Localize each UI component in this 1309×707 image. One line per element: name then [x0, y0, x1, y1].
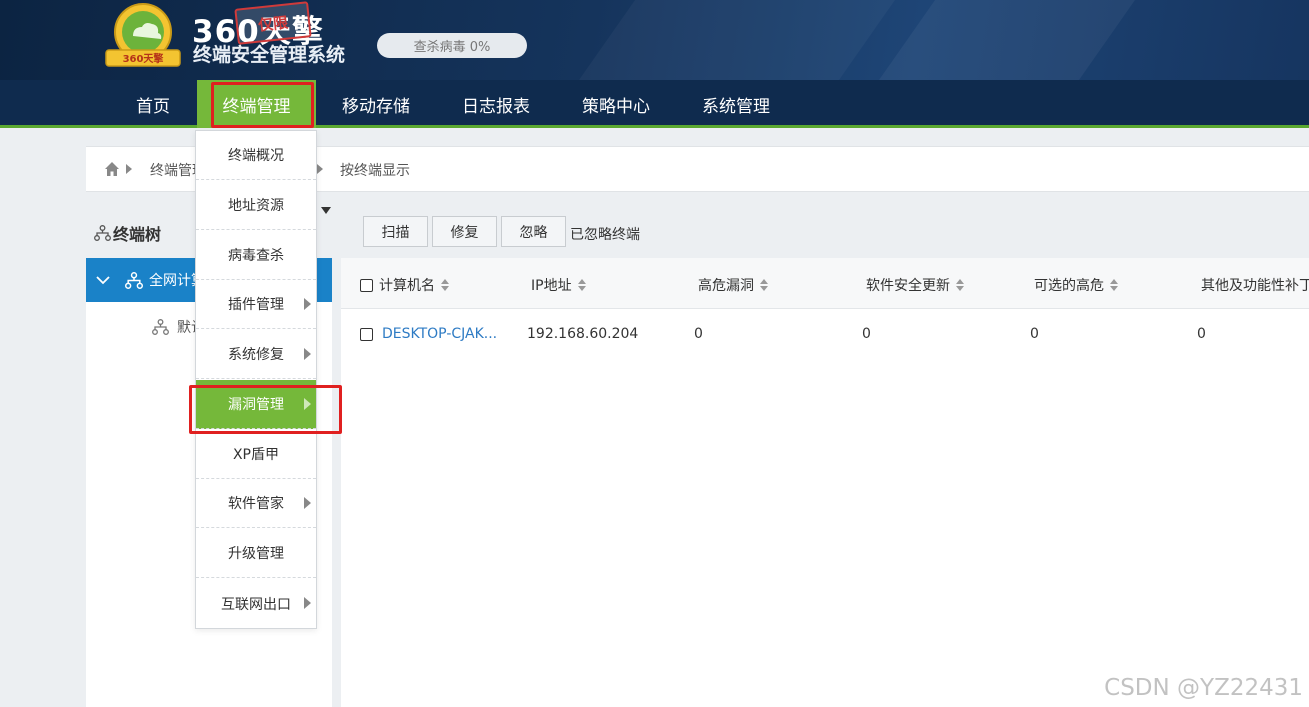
app-header: 360天擎 360天擎 仅限 终端安全管理系统 查杀病毒 0%	[0, 0, 1309, 80]
toolbar: 扫描 修复 忽略 已忽略终端	[341, 207, 1309, 258]
submenu-arrow-icon	[304, 298, 311, 310]
repair-button[interactable]: 修复	[432, 216, 497, 247]
column-header-other-patches[interactable]: 其他及功能性补丁	[1201, 275, 1309, 295]
menu-item-internet-exit[interactable]: 互联网出口	[196, 579, 316, 628]
nav-policy-center[interactable]: 策略中心	[566, 80, 666, 128]
high-risk-cell: 0	[694, 326, 703, 342]
ignored-terminals-link[interactable]: 已忽略终端	[570, 224, 640, 244]
menu-item-system-repair[interactable]: 系统修复	[196, 330, 316, 379]
ignore-button[interactable]: 忽略	[501, 216, 566, 247]
computer-name-link[interactable]: DESKTOP-CJAK...	[382, 326, 497, 342]
virus-scan-progress[interactable]: 查杀病毒 0%	[377, 33, 527, 58]
submenu-arrow-icon	[304, 597, 311, 609]
tree-title: 终端树	[113, 224, 162, 244]
tree-structure-icon	[94, 224, 111, 241]
sort-icon[interactable]	[577, 279, 586, 291]
tree-structure-icon	[125, 271, 143, 289]
svg-text:360天擎: 360天擎	[123, 52, 164, 65]
breadcrumb-separator-icon	[126, 164, 132, 174]
menu-item-terminal-overview[interactable]: 终端概况	[196, 131, 316, 180]
breadcrumb-current: 按终端显示	[340, 163, 410, 179]
select-all-checkbox[interactable]	[360, 278, 373, 292]
nav-mobile-storage[interactable]: 移动存储	[326, 80, 426, 128]
submenu-arrow-icon	[304, 497, 311, 509]
nav-home[interactable]: 首页	[120, 80, 186, 128]
row-checkbox[interactable]	[360, 328, 373, 341]
other-patches-cell: 0	[1197, 326, 1206, 342]
menu-item-software-manager[interactable]: 软件管家	[196, 479, 316, 528]
product-subtitle: 终端安全管理系统	[193, 44, 346, 66]
360-shield-logo-icon[interactable]: 360天擎	[100, 2, 186, 70]
header-decoration	[850, 0, 1150, 80]
terminal-management-dropdown: 终端概况 地址资源 病毒查杀 插件管理 系统修复 漏洞管理 XP盾甲 软件管家 …	[195, 130, 317, 629]
nav-log-reports[interactable]: 日志报表	[446, 80, 546, 128]
menu-item-upgrade-management[interactable]: 升级管理	[196, 529, 316, 578]
software-updates-cell: 0	[862, 326, 871, 342]
collapse-panel-icon[interactable]	[321, 207, 331, 214]
menu-item-address-resources[interactable]: 地址资源	[196, 181, 316, 230]
sort-icon[interactable]	[441, 279, 449, 291]
nav-system-management[interactable]: 系统管理	[686, 80, 786, 128]
scan-button[interactable]: 扫描	[363, 216, 428, 247]
column-header-computer-name[interactable]: 计算机名	[360, 275, 449, 295]
optional-high-cell: 0	[1030, 326, 1039, 342]
table-row[interactable]: DESKTOP-CJAK... 192.168.60.204 0 0 0 0	[341, 309, 1309, 359]
main-nav: 首页 终端管理 移动存储 日志报表 策略中心 系统管理	[0, 80, 1309, 128]
table-header: 计算机名 IP地址 高危漏洞 软件安全更新 可选的高危 其他及功能性补丁	[341, 258, 1309, 309]
menu-item-xp-shield[interactable]: XP盾甲	[196, 430, 316, 479]
chevron-down-icon[interactable]	[96, 275, 110, 285]
sort-icon[interactable]	[956, 279, 964, 291]
submenu-arrow-icon	[304, 398, 311, 410]
submenu-arrow-icon	[304, 348, 311, 360]
tree-structure-icon	[152, 319, 169, 335]
header-decoration	[550, 0, 910, 80]
vulnerability-grid-panel: 扫描 修复 忽略 已忽略终端 计算机名 IP地址 高危漏洞 软件安全更新 可选的…	[341, 207, 1309, 707]
home-icon[interactable]	[104, 161, 120, 177]
menu-item-plugin-management[interactable]: 插件管理	[196, 280, 316, 329]
watermark: CSDN @YZ22431	[1104, 675, 1303, 701]
menu-item-virus-scan[interactable]: 病毒查杀	[196, 231, 316, 280]
menu-item-vulnerability-management[interactable]: 漏洞管理	[196, 380, 316, 429]
nav-terminal-management[interactable]: 终端管理	[197, 80, 316, 128]
column-header-optional-high[interactable]: 可选的高危	[1034, 275, 1118, 295]
logo-stamp: 仅限	[234, 1, 312, 45]
breadcrumb-separator-icon	[317, 164, 323, 174]
column-header-software-updates[interactable]: 软件安全更新	[866, 275, 964, 295]
sort-icon[interactable]	[1110, 279, 1118, 291]
column-header-ip[interactable]: IP地址	[531, 275, 586, 295]
ip-address-cell: 192.168.60.204	[527, 326, 639, 342]
sort-icon[interactable]	[760, 279, 768, 291]
column-header-high-risk[interactable]: 高危漏洞	[698, 275, 768, 295]
